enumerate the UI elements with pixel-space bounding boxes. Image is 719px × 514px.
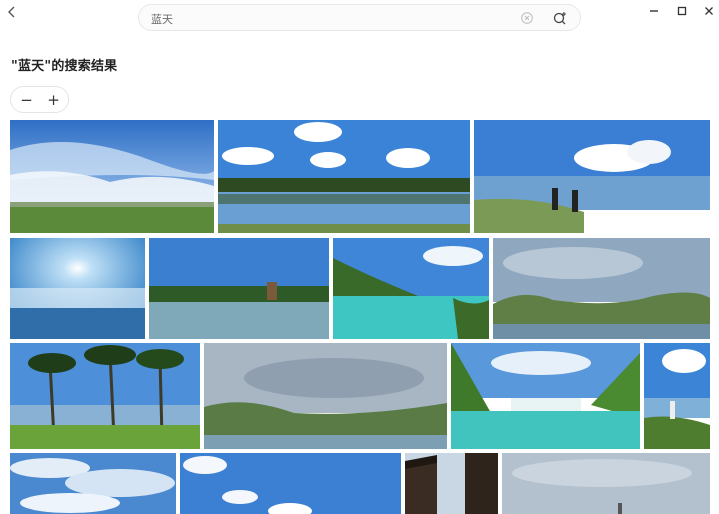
photo-thumbnail[interactable] [204, 343, 447, 449]
photo-thumbnail[interactable] [10, 120, 214, 233]
photo-thumbnail[interactable] [493, 238, 710, 339]
circle-x-icon[interactable] [521, 12, 533, 24]
photo-thumbnail[interactable] [10, 343, 200, 449]
maximize-icon [677, 6, 687, 16]
photo-thumbnail[interactable] [218, 120, 470, 233]
close-icon [705, 7, 713, 15]
close-button[interactable] [698, 2, 719, 20]
photo-thumbnail[interactable] [502, 453, 710, 514]
minimize-button[interactable] [643, 2, 665, 20]
photo-thumbnail[interactable] [474, 120, 710, 233]
results-heading: "蓝天"的搜索结果 [11, 59, 118, 74]
photo-thumbnail[interactable] [405, 453, 498, 514]
photo-thumbnail[interactable] [149, 238, 329, 339]
minimize-icon [650, 10, 658, 12]
search-field[interactable]: 蓝天 [138, 4, 581, 31]
photo-thumbnail[interactable] [10, 238, 145, 339]
photo-thumbnail[interactable] [333, 238, 489, 339]
zoom-control: − + [10, 86, 69, 113]
chevron-left-icon [8, 6, 15, 18]
zoom-out-button[interactable]: − [12, 87, 41, 112]
zoom-in-button[interactable]: + [39, 87, 68, 112]
image-search-icon[interactable] [552, 10, 568, 26]
photo-thumbnail[interactable] [644, 343, 710, 449]
photo-thumbnail[interactable] [451, 343, 640, 449]
photo-thumbnail[interactable] [180, 453, 401, 514]
photo-thumbnail[interactable] [10, 453, 176, 514]
back-button[interactable] [2, 2, 22, 22]
search-input[interactable]: 蓝天 [151, 11, 173, 27]
maximize-button[interactable] [671, 2, 693, 20]
